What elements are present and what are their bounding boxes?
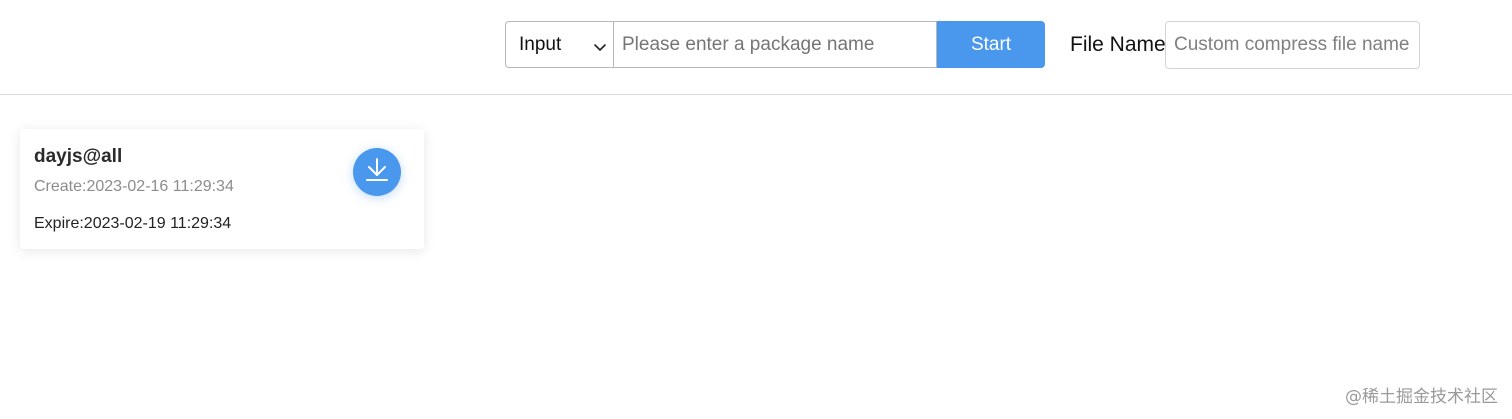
- package-name-input[interactable]: [614, 21, 937, 68]
- download-icon: [363, 156, 391, 189]
- type-select-value: Input: [519, 33, 562, 55]
- type-select[interactable]: Input: [505, 21, 614, 68]
- toolbar: Input Start File Name: [0, 0, 1512, 95]
- create-time: Create:2023-02-16 11:29:34: [34, 178, 234, 195]
- package-card: dayjs@all Create:2023-02-16 11:29:34 Exp…: [20, 129, 424, 249]
- search-group: Input Start: [505, 21, 1045, 68]
- file-name-input[interactable]: [1165, 21, 1420, 69]
- watermark: @稀土掘金技术社区: [1345, 387, 1498, 407]
- package-name: dayjs@all: [34, 146, 123, 167]
- file-name-label: File Name: [1070, 33, 1166, 56]
- expire-time: Expire:2023-02-19 11:29:34: [34, 215, 232, 232]
- start-button[interactable]: Start: [937, 21, 1045, 68]
- chevron-down-icon: [593, 38, 607, 52]
- download-button[interactable]: [353, 148, 401, 196]
